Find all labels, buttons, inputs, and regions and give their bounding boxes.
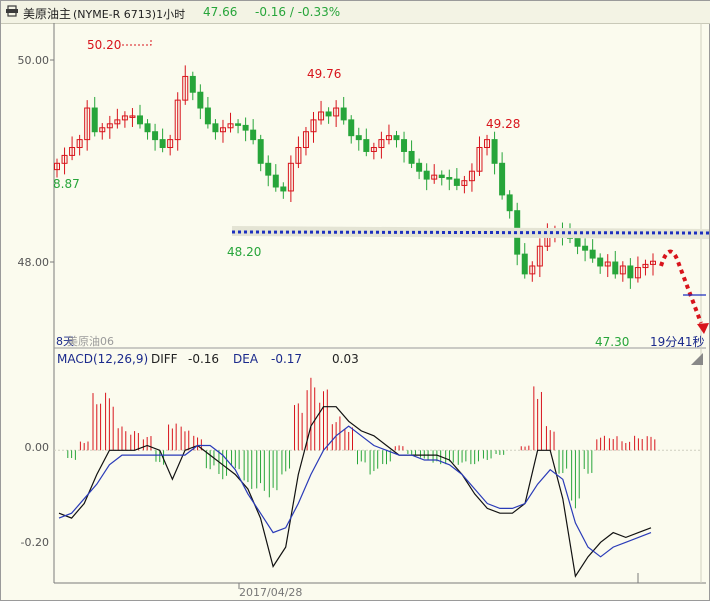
candle-body [340, 107, 347, 121]
candle-body [363, 139, 370, 152]
chart-area[interactable]: 50.00 48.00 50.20 8.87 49.76 48.20 49.28… [1, 23, 709, 600]
candle-body [393, 135, 400, 141]
label-low-48-20: 48.20 [227, 245, 261, 259]
macd-diff-value: -0.16 [188, 352, 219, 366]
candle-body [265, 162, 272, 176]
candle-body [506, 194, 513, 212]
price-tick-50: 50.00 [18, 54, 50, 67]
label-peak-49-76: 49.76 [307, 67, 341, 81]
candle-body [453, 178, 460, 186]
candle-body [574, 237, 581, 247]
candle-body [159, 139, 166, 149]
instrument-icon[interactable] [5, 4, 19, 21]
projection-arrow-icon [697, 323, 709, 334]
candle-body [250, 129, 257, 141]
macd-diff-name: DIFF [151, 352, 178, 366]
countdown-label: 19分41秒 [650, 335, 705, 349]
candle-body [446, 177, 453, 180]
candle-body [242, 124, 249, 131]
candlestick-series [54, 65, 656, 289]
x-date-label: 2017/04/28 [239, 586, 302, 599]
candle-body [257, 139, 264, 164]
candle-body [325, 111, 332, 117]
candle-body [197, 91, 204, 109]
candle-body [204, 107, 211, 125]
candle-body [627, 265, 634, 279]
candle-body [152, 131, 159, 141]
candle-body [212, 123, 219, 133]
candle-body [91, 107, 98, 133]
label-left-8-87: 8.87 [53, 177, 80, 191]
instrument-code: (NYME-R 6713)1小时 [73, 8, 186, 21]
support-band [231, 226, 709, 239]
candle-body [189, 75, 196, 93]
candle-body [348, 119, 355, 137]
macd-line-diff [58, 406, 652, 578]
candle-body [491, 139, 498, 164]
high-marker-line [122, 39, 152, 46]
macd-series [54, 377, 701, 578]
candle-body [235, 123, 242, 126]
resize-grip-icon[interactable] [691, 353, 703, 365]
macd-title: MACD(12,26,9) [57, 352, 148, 366]
label-peak-49-28: 49.28 [486, 117, 520, 131]
candle-body [280, 186, 287, 192]
candle-body [582, 245, 589, 251]
macd-dea-name: DEA [233, 352, 259, 366]
candle-body [423, 170, 430, 180]
macd-hist-value: 0.03 [332, 352, 359, 366]
candle-body [408, 150, 415, 164]
candle-body [612, 261, 619, 275]
chart-window: 美原油主 (NYME-R 6713)1小时 47.66 -0.16 / -0.3… [0, 0, 710, 601]
price-tick-48: 48.00 [18, 256, 50, 269]
price-change: -0.16 / -0.33% [255, 5, 341, 19]
candle-body [597, 257, 604, 267]
macd-tick-zero: 0.00 [25, 441, 50, 454]
candle-body [521, 253, 528, 275]
candle-body [416, 162, 423, 172]
candle-body [355, 135, 362, 141]
instrument-icon-glyph [6, 5, 18, 17]
projection-path [659, 249, 703, 324]
candle-body [589, 249, 596, 259]
candle-body [136, 115, 143, 125]
candle-body [144, 123, 151, 133]
label-high-50-20: 50.20 [87, 38, 121, 52]
candle-body [401, 139, 408, 152]
candle-body [272, 174, 279, 188]
last-price: 47.66 [203, 5, 238, 19]
instrument-name: 美原油主 [23, 7, 72, 21]
candle-body [499, 162, 506, 196]
macd-dea-value: -0.17 [271, 352, 302, 366]
title-bar: 美原油主 (NYME-R 6713)1小时 47.66 -0.16 / -0.3… [1, 1, 710, 24]
macd-tick-neg: -0.20 [21, 536, 49, 549]
watermark-label: 美原油06 [67, 334, 114, 348]
label-low-47-30: 47.30 [595, 335, 629, 349]
candle-body [438, 174, 445, 179]
